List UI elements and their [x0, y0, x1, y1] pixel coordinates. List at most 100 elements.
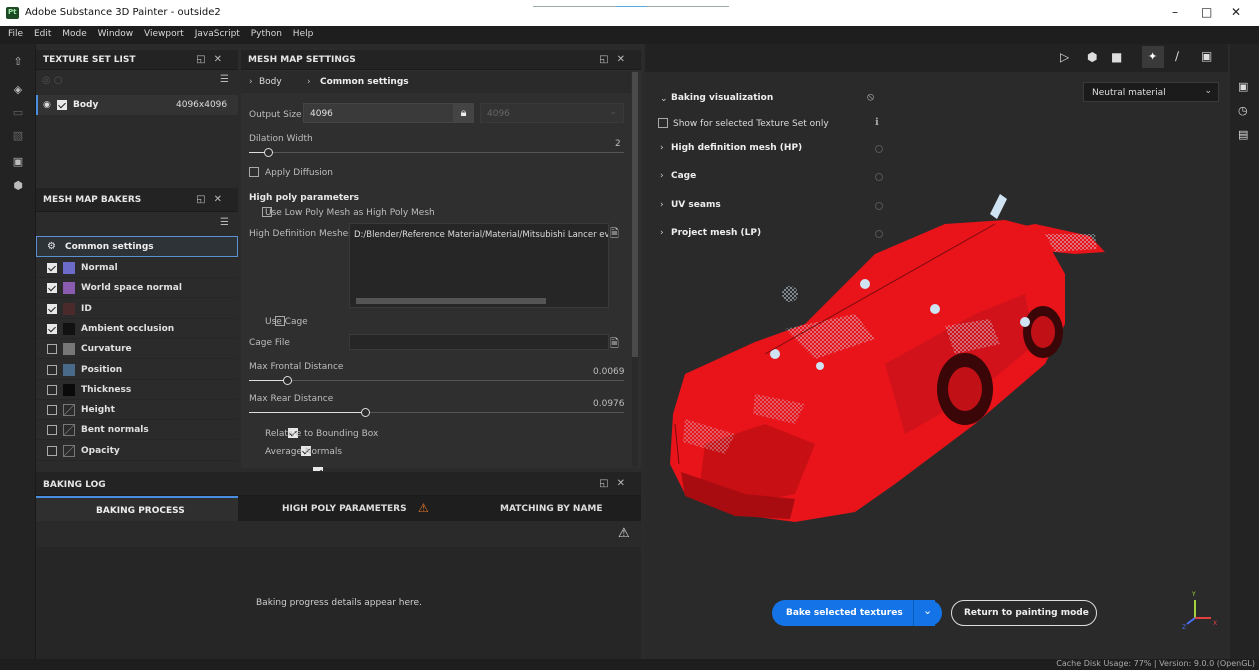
panel-float-close-icons[interactable]: ◱✕ [599, 54, 633, 65]
tab-baking-process[interactable]: BAKING PROCESS [36, 496, 238, 521]
tab-high-poly-parameters[interactable]: HIGH POLY PARAMETERS ⚠ [238, 496, 440, 521]
erase-icon[interactable]: ▧ [11, 130, 25, 142]
baker-checkbox[interactable] [47, 445, 57, 456]
max-frontal-value[interactable]: 0.0069 [593, 367, 625, 377]
dilation-slider-track[interactable] [249, 152, 624, 153]
breadcrumb-common-settings[interactable]: Common settings [320, 77, 409, 87]
close-window-button[interactable]: ✕ [1231, 5, 1241, 19]
minimize-button[interactable]: – [1172, 5, 1178, 19]
panel-float-close-icons[interactable]: ◱✕ [196, 194, 230, 205]
layers-icon[interactable]: ◈ [11, 84, 25, 96]
maximize-button[interactable]: □ [1201, 5, 1212, 19]
display-icon[interactable]: ⬢ [1087, 50, 1097, 64]
baker-row[interactable]: ID [36, 299, 238, 319]
bake-selected-textures-button[interactable]: Bake selected textures [772, 600, 935, 626]
paint-icon[interactable]: ▭ [11, 107, 25, 119]
chevron-right-icon[interactable]: › [660, 171, 664, 181]
lock-icon[interactable]: 🔒︎ [453, 103, 474, 123]
baker-row[interactable]: Position [36, 360, 238, 380]
baker-checkbox[interactable] [47, 344, 57, 355]
baker-checkbox[interactable] [47, 323, 57, 334]
camera-icon[interactable]: ■ [1111, 50, 1122, 64]
hd-meshes-list[interactable]: D:/Blender/Reference Material/Material/M… [349, 223, 609, 308]
panel-float-close-icons[interactable]: ◱✕ [196, 54, 230, 65]
scrollbar-thumb[interactable] [632, 72, 638, 357]
brush-icon[interactable]: ∕ [1175, 49, 1179, 63]
menu-window[interactable]: Window [98, 26, 134, 39]
baker-checkbox[interactable] [47, 303, 57, 314]
screenshot-icon[interactable]: ▣ [1201, 49, 1212, 63]
baker-row[interactable]: Normal [36, 258, 238, 278]
max-frontal-slider-knob[interactable] [282, 376, 292, 385]
info-icon[interactable]: ℹ [875, 117, 879, 128]
baker-checkbox[interactable] [47, 364, 57, 375]
car-model[interactable] [645, 194, 1228, 594]
bake-options-dropdown[interactable]: ⌄ [913, 600, 942, 626]
hd-list-scrollbar[interactable] [356, 298, 546, 304]
chevron-right-icon[interactable]: › [660, 200, 664, 210]
baker-checkbox[interactable] [47, 425, 57, 436]
baker-row[interactable]: Bent normals [36, 420, 238, 441]
baker-row[interactable]: World space normal [36, 278, 238, 299]
hp-visibility-icon[interactable] [875, 145, 883, 153]
material-select[interactable]: Neutral material ⌄ [1083, 82, 1219, 102]
chevron-right-icon[interactable]: › [660, 228, 664, 238]
chevron-down-icon[interactable]: ⌄ [660, 94, 668, 104]
warning-filter-icon[interactable]: ⚠ [618, 526, 630, 541]
eye-icon[interactable]: ◉ [43, 100, 51, 110]
baker-row[interactable]: Thickness [36, 380, 238, 400]
visibility-toggle-icons[interactable]: ◎ ○ [42, 75, 63, 86]
menu-help[interactable]: Help [293, 26, 314, 39]
menu-viewport[interactable]: Viewport [144, 26, 184, 39]
baker-checkbox[interactable] [47, 263, 57, 273]
export-icon[interactable]: ⇧ [11, 56, 25, 68]
camera-frame-icon[interactable]: ▷ [1060, 50, 1069, 64]
settings-scrollbar[interactable] [632, 72, 638, 467]
baker-row[interactable]: Opacity [36, 441, 238, 461]
texture-set-checkbox[interactable] [57, 100, 67, 110]
menu-javascript[interactable]: JavaScript [195, 26, 240, 39]
uv-seams-visibility-icon[interactable] [875, 202, 883, 210]
baker-checkbox[interactable] [47, 384, 57, 395]
project-mesh-visibility-icon[interactable] [875, 230, 883, 238]
bakers-menu-icon[interactable]: ☰ [220, 217, 229, 228]
file-icon[interactable]: 🗎︎ [610, 335, 622, 350]
max-rear-slider-knob[interactable] [361, 408, 371, 417]
baker-checkbox[interactable] [47, 283, 57, 294]
breadcrumb-body[interactable]: Body [259, 77, 282, 87]
dilation-slider-knob[interactable] [263, 148, 273, 157]
history-icon[interactable]: ◷ [1238, 104, 1248, 117]
baker-row[interactable]: Ambient occlusion [36, 319, 238, 339]
hd-mesh-path[interactable]: D:/Blender/Reference Material/Material/M… [354, 230, 608, 240]
log-icon[interactable]: ▤ [1238, 128, 1248, 141]
cut-off-checkbox[interactable] [313, 467, 324, 471]
return-to-painting-button[interactable]: Return to painting mode [951, 600, 1097, 626]
max-rear-value[interactable]: 0.0976 [593, 399, 625, 409]
cage-visibility-icon[interactable] [875, 173, 883, 181]
common-settings-row[interactable]: ⚙ Common settings [36, 236, 238, 257]
cage-file-input[interactable] [349, 334, 609, 350]
max-frontal-slider-track[interactable] [249, 380, 624, 381]
tab-matching-by-name[interactable]: MATCHING BY NAME [440, 496, 641, 521]
bake-mode-icon[interactable]: ✦ [1142, 46, 1164, 68]
menu-mode[interactable]: Mode [62, 26, 87, 39]
display-settings-icon[interactable]: ▣ [1238, 80, 1248, 93]
output-size-select[interactable]: 4096 ⌄ [303, 103, 473, 123]
baker-row[interactable]: Curvature [36, 339, 238, 360]
settings-menu-icon[interactable]: ☰ [220, 74, 229, 85]
chevron-right-icon[interactable]: › [660, 143, 664, 153]
baker-row[interactable]: Height [36, 400, 238, 421]
apply-diffusion-checkbox[interactable] [249, 167, 259, 177]
baker-checkbox[interactable] [47, 405, 57, 416]
visibility-off-icon[interactable]: ⦸ [867, 90, 874, 104]
dilation-width-value[interactable]: 2 [615, 139, 621, 149]
menu-python[interactable]: Python [251, 26, 282, 39]
cube-icon[interactable]: ⬢ [11, 180, 25, 192]
texture-set-row[interactable]: ◉ Body 4096x4096 [36, 95, 238, 115]
file-icon[interactable]: 🗎︎ [610, 225, 622, 240]
panel-float-close-icons[interactable]: ◱✕ [599, 478, 633, 489]
bake-icon[interactable]: ▣ [11, 156, 25, 168]
menu-file[interactable]: File [8, 26, 23, 39]
show-selected-checkbox[interactable] [658, 118, 668, 128]
menu-edit[interactable]: Edit [34, 26, 51, 39]
